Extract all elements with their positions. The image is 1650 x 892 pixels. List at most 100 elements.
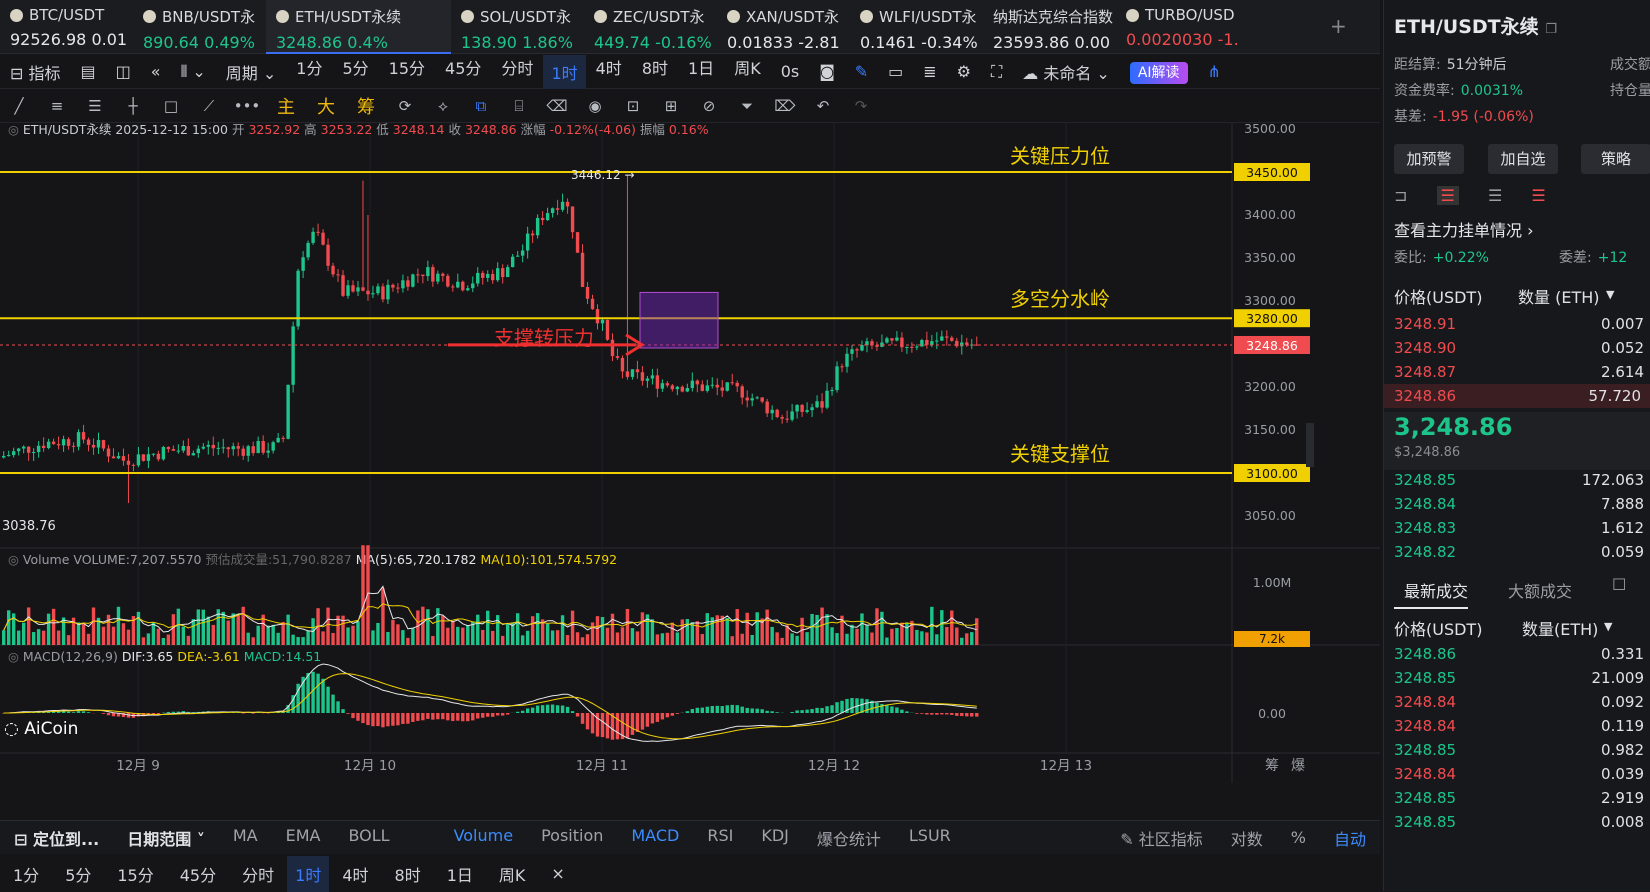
- ray-icon[interactable]: ⟋: [190, 97, 228, 115]
- indicator-BOLL[interactable]: BOLL: [334, 826, 403, 850]
- hide-icon[interactable]: ⊘: [690, 97, 728, 115]
- indicator-KDJ[interactable]: KDJ: [747, 826, 803, 850]
- orderbook-row[interactable]: 3248.850.982: [1394, 738, 1644, 762]
- interval-1分[interactable]: 1分: [286, 55, 332, 89]
- interval-分时[interactable]: 分时: [491, 55, 543, 89]
- bottom-interval-周K[interactable]: 周K: [486, 862, 539, 886]
- parallel-lines-icon[interactable]: ≡: [38, 97, 76, 115]
- orderbook-row[interactable]: 3248.840.092: [1394, 690, 1644, 714]
- add-alert-button[interactable]: 加预警: [1394, 144, 1464, 174]
- bubble-icon[interactable]: ▭: [878, 62, 913, 81]
- indicator-MACD[interactable]: MACD: [617, 826, 693, 850]
- orderbook-both-icon[interactable]: ☰: [1437, 186, 1459, 205]
- auto-toggle[interactable]: 自动: [1320, 826, 1380, 850]
- fullscreen-icon[interactable]: ⛶: [981, 62, 1012, 82]
- indicator-Position[interactable]: Position: [527, 826, 617, 850]
- measure-icon[interactable]: ⟡: [424, 97, 462, 115]
- strategy-button[interactable]: 策略: [1581, 144, 1650, 174]
- orderbook-row[interactable]: 3248.820.059: [1394, 540, 1644, 564]
- bottom-interval-5分[interactable]: 5分: [52, 862, 104, 886]
- main-tool[interactable]: 主: [266, 93, 306, 119]
- locate-button[interactable]: ⊟ 定位到...: [0, 826, 113, 850]
- horizontal-lines-icon[interactable]: ☰: [76, 97, 114, 115]
- interval-5分[interactable]: 5分: [332, 55, 378, 89]
- orderbook-row[interactable]: 3248.872.614: [1394, 360, 1644, 384]
- close-icon[interactable]: ×: [538, 864, 577, 883]
- large-trades-checkbox[interactable]: ☐: [1612, 575, 1626, 594]
- bottom-interval-1时[interactable]: 1时: [287, 856, 329, 892]
- orderbook-row[interactable]: 3248.85172.063: [1394, 468, 1644, 492]
- orderbook-bids-icon[interactable]: ☰: [1488, 186, 1502, 205]
- filter-icon[interactable]: ⏷: [728, 97, 766, 115]
- bottom-interval-1日[interactable]: 1日: [434, 862, 486, 886]
- orderbook-row[interactable]: 3248.850.008: [1394, 810, 1644, 834]
- ticker-tab[interactable]: SOL/USDT永138.90 1.86%: [451, 0, 584, 54]
- layout-dropdown[interactable]: ☁ 未命名 ⌄: [1012, 60, 1120, 84]
- bottom-interval-15分[interactable]: 15分: [104, 862, 166, 886]
- interval-1时[interactable]: 1时: [543, 55, 585, 89]
- ai-read-button[interactable]: AI解读: [1130, 62, 1188, 84]
- bottom-interval-45分[interactable]: 45分: [167, 862, 229, 886]
- indicator-RSI[interactable]: RSI: [693, 826, 747, 850]
- community-indicator-button[interactable]: ✎ 社区指标: [1106, 826, 1217, 850]
- ticker-tab[interactable]: ETH/USDT永续3248.86 0.4%: [266, 0, 451, 54]
- bottom-interval-8时[interactable]: 8时: [382, 862, 434, 886]
- compare-icon[interactable]: ◫: [106, 62, 141, 81]
- hline-icon[interactable]: ┼: [114, 97, 152, 115]
- share-icon[interactable]: ⋔: [1198, 62, 1231, 81]
- tab-latest-trades[interactable]: 最新成交: [1394, 582, 1468, 609]
- chip-tool[interactable]: 筹: [346, 93, 386, 119]
- lock-icon[interactable]: ⊡: [614, 97, 652, 115]
- settings-icon[interactable]: ⚙: [947, 62, 981, 81]
- interval-45分[interactable]: 45分: [435, 55, 491, 89]
- orderbook-row[interactable]: 3248.910.007: [1394, 312, 1644, 336]
- period-dropdown[interactable]: 周期 ⌄: [216, 60, 287, 84]
- col-qty-dropdown-icon[interactable]: ▼: [1606, 288, 1614, 301]
- trendline-icon[interactable]: ╱: [0, 97, 38, 115]
- orderbook-row[interactable]: 3248.8657.720: [1384, 384, 1650, 408]
- undo-icon[interactable]: ↶: [804, 97, 842, 115]
- orderbook-mode-icon[interactable]: ⊐: [1394, 186, 1407, 205]
- orderbook-row[interactable]: 3248.831.612: [1394, 516, 1644, 540]
- orderbook-row[interactable]: 3248.840.119: [1394, 714, 1644, 738]
- ruler-icon[interactable]: ⌸: [500, 97, 538, 115]
- ticker-tab[interactable]: TURBO/USD0.0020030 -1.: [1116, 0, 1256, 54]
- ticker-tab[interactable]: WLFI/USDT永0.1461 -0.34%: [850, 0, 983, 54]
- interval-4时[interactable]: 4时: [586, 55, 632, 89]
- orderbook-asks-icon[interactable]: ☰: [1531, 186, 1545, 205]
- ticker-tab[interactable]: XAN/USDT永0.01833 -2.81: [717, 0, 850, 54]
- ticker-tab[interactable]: BNB/USDT永890.64 0.49%: [133, 0, 266, 54]
- trades-qty-dropdown-icon[interactable]: ▼: [1604, 620, 1612, 633]
- eye-icon[interactable]: ◉: [576, 97, 614, 115]
- trash-icon[interactable]: ⌦: [766, 97, 804, 115]
- add-favorite-button[interactable]: 加自选: [1488, 144, 1558, 174]
- kline-chart[interactable]: 关键压力位多空分水岭关键支撑位支撑转压力3446.12 →3038.76◎ ET…: [0, 123, 1380, 813]
- ticker-tab[interactable]: 纳斯达克综合指数23593.86 0.00: [983, 0, 1116, 54]
- chart-area[interactable]: 关键压力位多空分水岭关键支撑位支撑转压力3446.12 →3038.76◎ ET…: [0, 123, 1380, 813]
- date-range-button[interactable]: 日期范围 ˅: [113, 826, 219, 850]
- interval-周K[interactable]: 周K: [724, 55, 771, 89]
- camera-icon[interactable]: ◙: [809, 62, 845, 81]
- rewind-icon[interactable]: «: [141, 62, 171, 81]
- magnet-icon[interactable]: ⧉: [462, 97, 500, 115]
- col-qty[interactable]: 数量 (ETH): [1518, 284, 1600, 308]
- main-orders-link[interactable]: 查看主力挂单情况 ›: [1394, 217, 1650, 241]
- add-tab-icon[interactable]: +: [1330, 14, 1347, 38]
- indicator-icon[interactable]: ⊟ 指标: [0, 60, 71, 84]
- orderbook-row[interactable]: 3248.900.052: [1394, 336, 1644, 360]
- ticker-tab[interactable]: ZEC/USDT永449.74 -0.16%: [584, 0, 717, 54]
- interval-1日[interactable]: 1日: [678, 55, 724, 89]
- template-icon[interactable]: ⊞: [652, 97, 690, 115]
- percent-toggle[interactable]: %: [1277, 828, 1320, 847]
- bottom-interval-4时[interactable]: 4时: [329, 862, 381, 886]
- ticker-tab[interactable]: BTC/USDT92526.98 0.01: [0, 0, 133, 54]
- rectangle-icon[interactable]: □: [152, 97, 190, 115]
- orderbook-row[interactable]: 3248.8521.009: [1394, 666, 1644, 690]
- pen-icon[interactable]: ✎: [845, 62, 878, 81]
- indicator-Volume[interactable]: Volume: [440, 826, 528, 850]
- indicator-LSUR[interactable]: LSUR: [895, 826, 965, 850]
- sync-icon[interactable]: ⟳: [386, 97, 424, 115]
- trades-col-qty[interactable]: 数量(ETH): [1522, 616, 1598, 640]
- calendar-icon[interactable]: ▤: [71, 62, 106, 81]
- indicator-MA[interactable]: MA: [219, 826, 272, 850]
